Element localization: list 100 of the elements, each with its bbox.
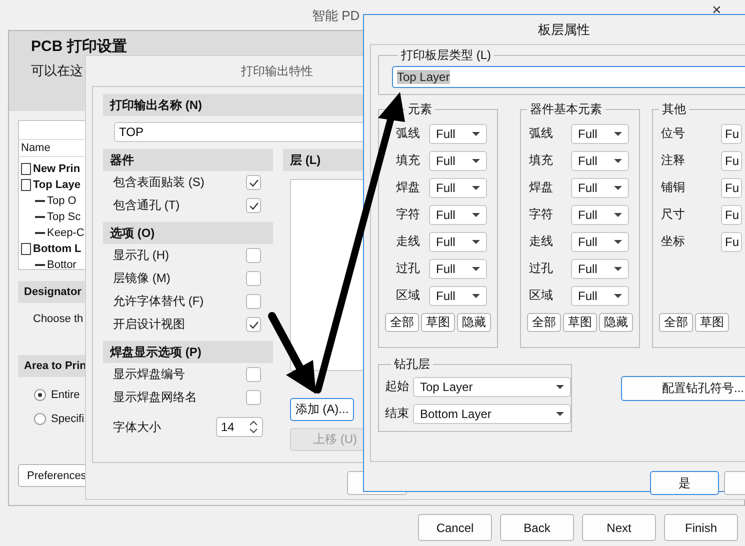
checkmark-icon — [248, 178, 258, 186]
checkbox[interactable] — [246, 367, 261, 382]
dropdown[interactable]: Full — [429, 178, 487, 198]
dropdown[interactable]: Bottom Layer — [413, 404, 571, 424]
caret-icon — [614, 212, 622, 216]
mode-button[interactable]: 草图 — [421, 313, 455, 332]
layer-button[interactable]: 添加 (A)... — [290, 398, 354, 421]
dropdown[interactable]: Fu — [721, 232, 742, 252]
field-label: 注释 — [660, 152, 686, 169]
option-label: 显示孔 (H) — [113, 247, 169, 264]
field-label: 填充 — [528, 152, 554, 169]
mode-button[interactable]: 草图 — [695, 313, 729, 332]
checkbox[interactable] — [246, 390, 261, 405]
dropdown[interactable]: Full — [571, 204, 629, 224]
mode-button[interactable]: 隐藏 — [599, 313, 633, 332]
field-label: 填充 — [395, 152, 421, 169]
mode-button[interactable]: 全部 — [659, 313, 693, 332]
page-heading: PCB 打印设置 — [31, 37, 127, 56]
dropdown[interactable]: Full — [429, 150, 487, 170]
tree-item[interactable]: New Prin — [33, 163, 80, 175]
field-label: 字符 — [528, 206, 554, 223]
caret-icon — [614, 294, 622, 298]
section-header: 选项 (O) — [103, 222, 273, 244]
radio-button[interactable] — [34, 413, 46, 425]
dropdown[interactable]: Full — [571, 124, 629, 144]
page-description: 可以在这 — [31, 62, 83, 80]
dropdown[interactable]: Top Layer — [413, 376, 571, 396]
field-label: 铺铜 — [660, 179, 686, 196]
dialog-button[interactable]: Finish — [664, 514, 738, 541]
group-label: 器件基本元素 — [529, 101, 603, 118]
dropdown[interactable]: Full — [571, 150, 629, 170]
checkbox[interactable] — [246, 317, 261, 332]
dropdown[interactable]: Full — [571, 178, 629, 198]
number-spinner[interactable]: 14 — [216, 417, 263, 437]
field-label: 尺寸 — [660, 206, 686, 223]
field-label: 过孔 — [395, 260, 421, 277]
mode-button[interactable]: 全部 — [385, 313, 419, 332]
mode-button[interactable]: 草图 — [563, 313, 597, 332]
checkbox[interactable] — [246, 271, 261, 286]
dropdown[interactable]: Full — [571, 258, 629, 278]
field-label: 焊盘 — [528, 179, 554, 196]
option-label: 开启设计视图 — [113, 316, 185, 333]
checkbox[interactable] — [246, 175, 261, 190]
dropdown[interactable]: Full — [429, 204, 487, 224]
tree-item[interactable]: Bottor — [47, 259, 76, 271]
field-label: 弧线 — [528, 125, 554, 142]
radio-label: Entire — [51, 389, 80, 401]
spinner-arrows-icon[interactable] — [249, 420, 258, 434]
ok-button[interactable]: 是 — [650, 471, 720, 495]
checkbox[interactable] — [246, 294, 261, 309]
radio-button[interactable] — [34, 389, 46, 401]
option-label: 包含通孔 (T) — [113, 197, 180, 214]
checkbox[interactable] — [246, 248, 261, 263]
field-label: 区域 — [395, 287, 421, 304]
dropdown[interactable]: Full — [571, 286, 629, 306]
mode-button[interactable]: 全部 — [527, 313, 561, 332]
tree-item[interactable]: Bottom L — [33, 243, 82, 255]
caret-icon — [614, 240, 622, 244]
dash-icon — [35, 216, 45, 218]
tree-item[interactable]: Top Laye — [33, 179, 80, 191]
caret-icon — [472, 158, 480, 162]
layer-type-field[interactable]: Top Layer — [392, 66, 745, 88]
checkbox[interactable] — [246, 198, 261, 213]
dialog-title: 打印输出特性 — [240, 63, 313, 80]
dash-icon — [35, 264, 45, 266]
dialog-button[interactable]: Back — [500, 514, 574, 541]
dialog-button[interactable]: Next — [582, 514, 656, 541]
dialog-button[interactable]: Cancel — [418, 514, 492, 541]
dropdown[interactable]: Fu — [721, 204, 742, 224]
group-label: 其他 — [661, 101, 687, 118]
field-label: 走线 — [528, 233, 554, 250]
caret-icon — [614, 132, 622, 136]
field-label: 弧线 — [395, 125, 421, 142]
document-icon — [21, 179, 31, 191]
field-label: 字符 — [395, 206, 421, 223]
field-label: 过孔 — [528, 260, 554, 277]
field-label: 起始 — [385, 378, 410, 395]
dropdown[interactable]: Full — [429, 124, 487, 144]
dropdown[interactable]: Fu — [721, 124, 742, 144]
field-label: 走线 — [395, 233, 421, 250]
tree-item[interactable]: Keep-C — [47, 227, 84, 239]
caret-icon — [472, 186, 480, 190]
section-header: 焊盘显示选项 (P) — [103, 341, 273, 363]
tree-item[interactable]: Top O — [47, 195, 76, 207]
dropdown[interactable]: Full — [571, 232, 629, 252]
caret-icon — [472, 240, 480, 244]
dropdown[interactable]: Full — [429, 286, 487, 306]
option-label: 包含表面贴装 (S) — [113, 174, 204, 191]
drill-symbol-button[interactable]: 配置钻孔符号... — [621, 376, 745, 401]
mode-button[interactable]: 隐藏 — [457, 313, 491, 332]
dropdown[interactable]: Fu — [721, 150, 742, 170]
dropdown[interactable]: Full — [429, 258, 487, 278]
option-label: 字体大小 — [113, 418, 161, 436]
dropdown[interactable]: Fu — [721, 178, 742, 198]
dropdown[interactable]: Full — [429, 232, 487, 252]
group-label: 打印板层类型 (L) — [400, 47, 492, 64]
caret-icon — [614, 266, 622, 270]
field-label: 区域 — [528, 287, 554, 304]
tree-item[interactable]: Top Sc — [47, 211, 81, 223]
caret-icon — [472, 132, 480, 136]
